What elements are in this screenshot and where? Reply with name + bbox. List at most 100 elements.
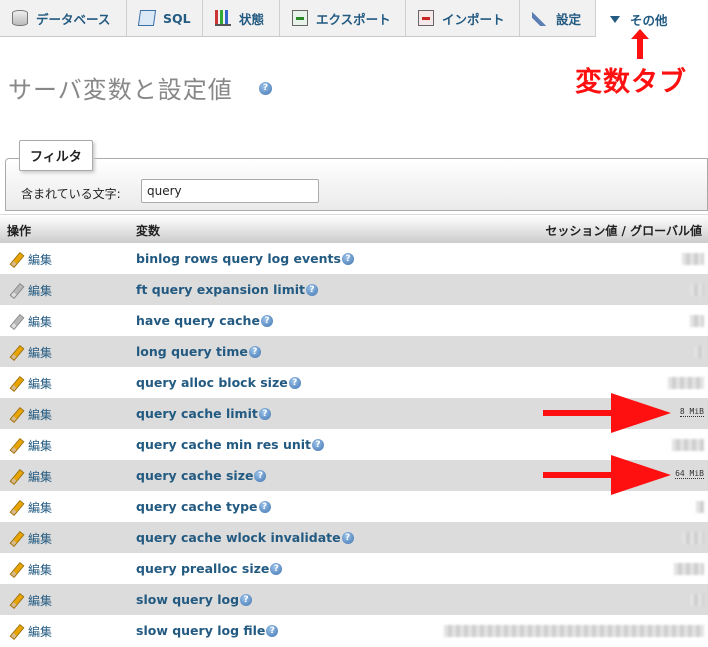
pencil-icon <box>9 408 22 421</box>
variable-name-link[interactable]: have query cache? <box>136 313 273 328</box>
redacted-value <box>690 284 704 296</box>
variable-name: binlog rows query log events <box>136 251 341 266</box>
variable-value: 8 MiB <box>679 407 704 417</box>
variable-name: query alloc block size <box>136 375 288 390</box>
tab-import[interactable]: インポート <box>406 0 520 36</box>
help-icon[interactable]: ? <box>258 407 271 420</box>
tab-label: その他 <box>630 12 668 28</box>
variable-name: slow query log <box>136 592 240 607</box>
redacted-value <box>690 315 704 327</box>
edit-link[interactable]: 編集 <box>9 375 52 392</box>
header-value: セッション値 / グローバル値 <box>545 224 702 238</box>
help-icon[interactable]: ? <box>259 82 272 95</box>
table-row: 編集 query prealloc size? <box>0 553 708 584</box>
tab-sql[interactable]: SQL <box>127 0 203 36</box>
filter-legend: フィルタ <box>19 140 93 171</box>
variable-name-link[interactable]: long query time? <box>136 344 261 359</box>
edit-link[interactable]: 編集 <box>9 344 52 361</box>
tab-export[interactable]: エクスポート <box>280 0 406 36</box>
help-icon[interactable]: ? <box>248 345 261 358</box>
edit-link[interactable]: 編集 <box>9 406 52 423</box>
help-icon[interactable]: ? <box>270 562 283 575</box>
edit-link[interactable]: 編集 <box>9 251 52 268</box>
variable-name-link[interactable]: query cache size? <box>136 468 267 483</box>
pencil-icon <box>9 532 22 545</box>
edit-label: 編集 <box>28 563 53 577</box>
import-icon <box>418 10 434 26</box>
tab-label: エクスポート <box>316 11 391 27</box>
variable-name: query cache size <box>136 468 254 483</box>
edit-link[interactable]: 編集 <box>9 561 52 578</box>
tab-more[interactable]: その他 <box>596 0 708 38</box>
help-icon[interactable]: ? <box>312 438 325 451</box>
edit-link[interactable]: 編集 <box>9 623 52 640</box>
pencil-icon <box>9 563 22 576</box>
edit-link[interactable]: 編集 <box>9 592 52 609</box>
sql-icon <box>137 10 157 26</box>
help-icon[interactable]: ? <box>260 314 273 327</box>
edit-label: 編集 <box>28 408 53 422</box>
redacted-value <box>444 625 704 637</box>
tab-database[interactable]: データベース <box>0 0 127 36</box>
help-icon[interactable]: ? <box>266 624 279 637</box>
help-icon[interactable]: ? <box>341 531 354 544</box>
help-icon[interactable]: ? <box>306 283 318 296</box>
variable-name-link[interactable]: slow query log file? <box>136 623 279 638</box>
variable-name-link[interactable]: ft query expansion limit? <box>136 282 318 297</box>
edit-link[interactable]: 編集 <box>9 530 52 547</box>
filter-input[interactable] <box>141 179 319 203</box>
tab-settings[interactable]: 設定 <box>520 0 596 36</box>
edit-label: 編集 <box>28 346 53 360</box>
pencil-icon <box>9 315 22 328</box>
help-icon[interactable]: ? <box>341 252 354 265</box>
pencil-icon <box>9 501 22 514</box>
export-icon <box>292 10 308 26</box>
table-row: 編集 query cache wlock invalidate? <box>0 522 708 553</box>
help-icon[interactable]: ? <box>258 500 271 513</box>
edit-label: 編集 <box>28 377 53 391</box>
variable-name: long query time <box>136 344 248 359</box>
pencil-icon <box>9 284 22 297</box>
annotation-label: 変数タブ <box>575 67 687 98</box>
variable-name: query cache type <box>136 499 258 514</box>
variable-name-link[interactable]: binlog rows query log events? <box>136 251 354 266</box>
tab-label: SQL <box>163 10 191 26</box>
edit-label: 編集 <box>28 501 53 515</box>
redacted-value <box>682 253 704 265</box>
variable-name: query cache min res unit <box>136 437 312 452</box>
variables-table-header: 操作 変数 セッション値 / グローバル値 <box>0 214 708 243</box>
help-icon[interactable]: ? <box>288 376 301 389</box>
edit-label: 編集 <box>28 315 53 329</box>
help-icon[interactable]: ? <box>254 469 267 482</box>
variable-name-link[interactable]: query alloc block size? <box>136 375 301 390</box>
variable-name: query cache wlock invalidate <box>136 530 341 545</box>
triangle-down-icon <box>610 15 620 23</box>
header-variable: 変数 <box>136 224 161 238</box>
edit-label: 編集 <box>28 284 53 298</box>
pencil-icon <box>9 470 22 483</box>
redacted-value <box>668 377 704 389</box>
edit-link[interactable]: 編集 <box>9 313 52 330</box>
edit-link[interactable]: 編集 <box>9 468 52 485</box>
edit-link[interactable]: 編集 <box>9 499 52 516</box>
variable-name-link[interactable]: query cache wlock invalidate? <box>136 530 354 545</box>
variable-name-link[interactable]: slow query log? <box>136 592 253 607</box>
table-row: 編集 slow query log file? <box>0 615 708 646</box>
edit-link[interactable]: 編集 <box>9 282 52 299</box>
redacted-value <box>696 501 704 513</box>
edit-label: 編集 <box>28 470 53 484</box>
help-icon[interactable]: ? <box>240 593 253 606</box>
variable-name-link[interactable]: query prealloc size? <box>136 561 283 576</box>
tab-status[interactable]: 状態 <box>203 0 280 36</box>
variable-name-link[interactable]: query cache min res unit? <box>136 437 325 452</box>
table-row: 編集 query cache type? <box>0 491 708 522</box>
redacted-value <box>690 594 704 606</box>
status-chart-icon <box>215 10 231 26</box>
variable-name: query cache limit <box>136 406 258 421</box>
variable-name-link[interactable]: query cache limit? <box>136 406 271 421</box>
variable-name-link[interactable]: query cache type? <box>136 499 271 514</box>
variable-value: 64 MiB <box>675 469 704 479</box>
edit-link[interactable]: 編集 <box>9 437 52 454</box>
edit-label: 編集 <box>28 439 53 453</box>
pencil-icon <box>9 253 22 266</box>
